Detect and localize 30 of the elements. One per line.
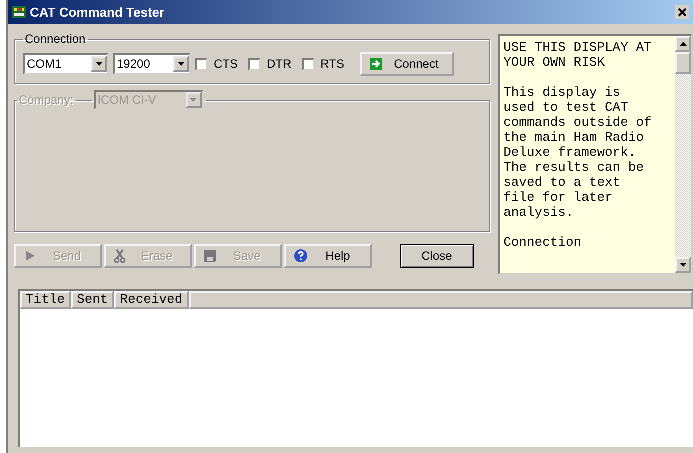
dropdown-arrow-icon — [178, 62, 184, 66]
close-button[interactable]: Close — [400, 244, 474, 268]
checkbox[interactable]: DTR — [248, 57, 292, 71]
checkbox[interactable]: CTS — [195, 57, 238, 71]
close-icon[interactable] — [675, 5, 689, 19]
arrow-icon — [370, 58, 382, 70]
company-label: Company: — [19, 93, 74, 107]
checkbox[interactable]: RTS — [302, 57, 344, 71]
scissors-icon — [114, 249, 126, 263]
scrollbar[interactable] — [675, 36, 691, 273]
app-icon — [12, 6, 26, 18]
port-dropdown[interactable]: COM1 — [23, 53, 109, 75]
connect-button[interactable]: Connect — [360, 52, 454, 76]
baud-rate-dropdown[interactable]: 19200 — [113, 53, 191, 75]
info-paragraph: USE THIS DISPLAY AT YOUR OWN RISK — [504, 40, 653, 70]
column-header[interactable]: Sent — [71, 291, 114, 309]
scroll-down-icon — [680, 263, 686, 267]
info-paragraph: Connection — [504, 235, 583, 250]
scrollbar-thumb[interactable] — [675, 52, 691, 74]
scroll-up-icon — [680, 42, 686, 46]
play-icon — [24, 250, 36, 262]
column-header[interactable]: Received — [114, 291, 189, 309]
column-header[interactable]: Title — [20, 291, 72, 309]
info-paragraph: This display is used to test CAT commands outside of the main Ham Radio Deluxe framework. The results can be saved to a text file for later analysis. — [504, 85, 653, 220]
dropdown-arrow-icon — [96, 62, 102, 66]
help-icon — [294, 249, 308, 263]
dropdown-arrow-icon — [190, 98, 198, 102]
help-button[interactable]: Help — [284, 244, 372, 268]
group-label: Connection — [24, 32, 87, 46]
window-title: CAT Command Tester — [30, 4, 166, 20]
